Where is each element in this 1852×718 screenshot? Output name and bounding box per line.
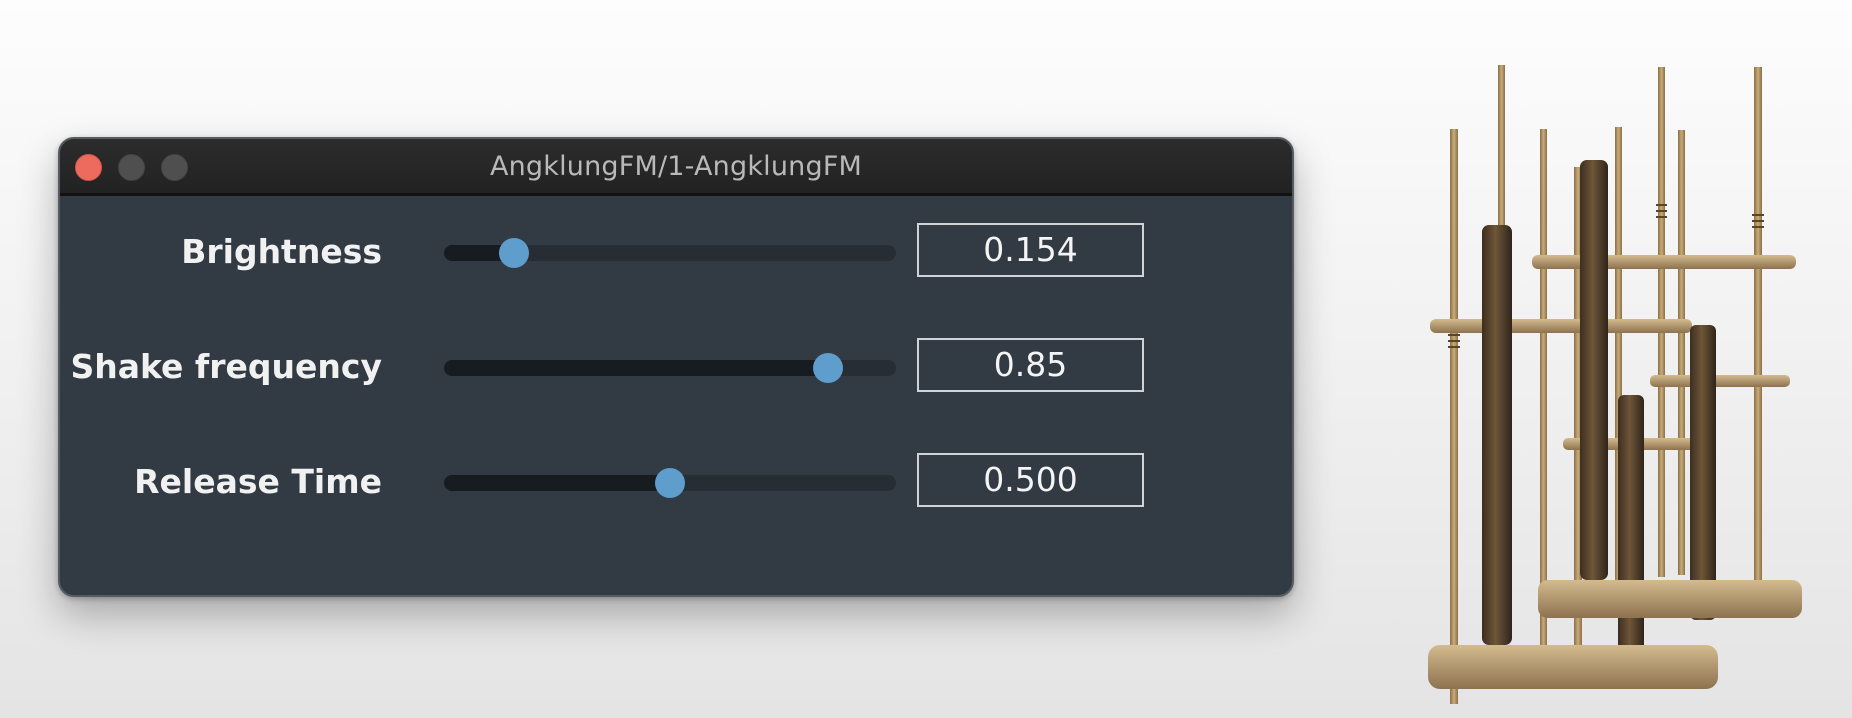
shake-frequency-label: Shake frequency: [70, 347, 382, 386]
shake-frequency-slider-fill: [444, 360, 829, 376]
param-row-shake-frequency: Shake frequency 0.85: [60, 337, 1292, 397]
release-time-value-field[interactable]: 0.500: [917, 453, 1144, 507]
param-row-release-time: Release Time 0.500: [60, 452, 1292, 512]
release-time-slider[interactable]: [444, 468, 896, 498]
shake-frequency-slider[interactable]: [444, 353, 896, 383]
window-title: AngklungFM/1-AngklungFM: [489, 151, 863, 182]
plugin-window: AngklungFM/1-AngklungFM Brightness 0.154…: [58, 137, 1294, 597]
brightness-slider-thumb[interactable]: [498, 238, 529, 268]
brightness-label: Brightness: [181, 232, 382, 271]
brightness-slider[interactable]: [444, 238, 896, 268]
param-row-brightness: Brightness 0.154: [60, 222, 1292, 282]
title-bar[interactable]: AngklungFM/1-AngklungFM: [60, 139, 1292, 196]
brightness-value-field[interactable]: 0.154: [917, 223, 1144, 277]
release-time-slider-thumb[interactable]: [655, 468, 685, 498]
angklung-instrument-image: [1428, 65, 1802, 704]
release-time-label: Release Time: [134, 462, 382, 501]
shake-frequency-slider-thumb[interactable]: [813, 353, 844, 383]
release-time-slider-fill: [444, 475, 670, 491]
shake-frequency-value-field[interactable]: 0.85: [917, 338, 1144, 392]
